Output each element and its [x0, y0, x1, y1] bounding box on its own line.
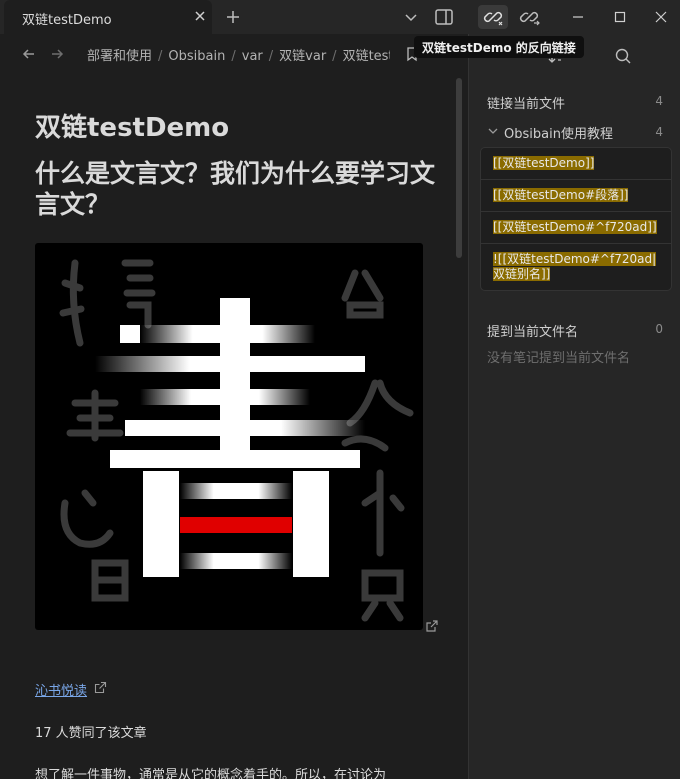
breadcrumb-item[interactable]: var	[242, 49, 263, 64]
backlinks-tooltip: 双链testDemo 的反向链接	[414, 36, 584, 58]
back-arrow-icon[interactable]	[19, 44, 39, 64]
article-image	[35, 243, 423, 630]
breadcrumb-item[interactable]: Obsibain	[168, 49, 225, 64]
editor-content: 双链testDemo 什么是文言文？我们为什么要学习文言文？ 沁书悦读 17 人…	[0, 74, 468, 779]
linked-mentions-header[interactable]: 链接当前文件	[487, 93, 565, 112]
breadcrumb-item[interactable]: 双链testDemo	[343, 49, 390, 64]
minimize-icon[interactable]	[567, 6, 589, 28]
likes-text: 17 人赞同了该文章	[35, 726, 147, 741]
title-bar: 双链testDemo	[0, 0, 680, 34]
backlink-result[interactable]: ![[双链testDemo#^f720ad|双链别名]]	[481, 244, 671, 290]
backlink-result[interactable]: [[双链testDemo#段落]]	[481, 180, 671, 212]
highlighted-match: [[双链testDemo]]	[493, 156, 595, 170]
forward-arrow-icon[interactable]	[47, 44, 67, 64]
outgoing-links-icon[interactable]	[518, 6, 542, 28]
breadcrumb-separator: /	[268, 49, 274, 64]
breadcrumb-separator: /	[158, 49, 163, 64]
highlighted-match: [[双链testDemo#^f720ad]]	[493, 220, 657, 234]
search-icon[interactable]	[613, 46, 633, 66]
calligraphy-logo	[59, 259, 414, 622]
backlink-file-name[interactable]: Obsibain使用教程	[504, 123, 613, 142]
breadcrumb-item[interactable]: 部署和使用	[87, 49, 152, 64]
article-heading: 什么是文言文？我们为什么要学习文言文？	[35, 159, 436, 219]
chevron-down-icon[interactable]	[400, 6, 422, 28]
paragraph-text: 想了解一件事物，通常是从它的概念着手的。所以，在讨论为	[35, 768, 387, 779]
highlighted-match: [[双链testDemo#段落]]	[493, 188, 629, 202]
breadcrumb-separator: /	[231, 49, 236, 64]
breadcrumb: 部署和使用 / Obsibain / var / 双链var / 双链testDemo	[87, 45, 390, 64]
close-window-icon[interactable]	[650, 6, 672, 28]
external-link-icon[interactable]	[94, 681, 107, 694]
external-link-icon[interactable]	[425, 619, 439, 633]
close-icon[interactable]	[190, 6, 210, 26]
sidebar-toggle-icon[interactable]	[433, 6, 455, 28]
linked-count: 4	[655, 94, 663, 108]
scrollbar[interactable]	[456, 78, 462, 258]
backlinks-icon[interactable]	[478, 5, 508, 29]
maximize-icon[interactable]	[609, 6, 631, 28]
page-title: 双链testDemo	[35, 113, 230, 143]
breadcrumb-separator: /	[332, 49, 337, 64]
source-link[interactable]: 沁书悦读	[35, 680, 87, 699]
backlink-result[interactable]: [[双链testDemo]]	[481, 148, 671, 180]
chevron-down-icon[interactable]	[487, 125, 499, 137]
new-tab-icon[interactable]	[222, 6, 244, 28]
tab-active[interactable]: 双链testDemo	[4, 0, 212, 34]
file-match-count: 4	[655, 125, 663, 139]
highlighted-match: ![[双链testDemo#^f720ad|双链别名]]	[493, 252, 657, 281]
navigation-bar: 部署和使用 / Obsibain / var / 双链var / 双链testDemo	[0, 34, 468, 74]
breadcrumb-item[interactable]: 双链var	[279, 49, 326, 64]
unlinked-mentions-header[interactable]: 提到当前文件名	[487, 321, 578, 340]
backlinks-panel: 链接当前文件 4 Obsibain使用教程 4 [[双链testDemo]] […	[469, 34, 680, 779]
empty-state-text: 没有笔记提到当前文件名	[487, 351, 631, 366]
tab-title: 双链testDemo	[22, 13, 112, 28]
backlink-result[interactable]: [[双链testDemo#^f720ad]]	[481, 212, 671, 244]
unlinked-count: 0	[655, 322, 663, 336]
backlink-results: [[双链testDemo]] [[双链testDemo#段落]] [[双链tes…	[480, 147, 672, 291]
